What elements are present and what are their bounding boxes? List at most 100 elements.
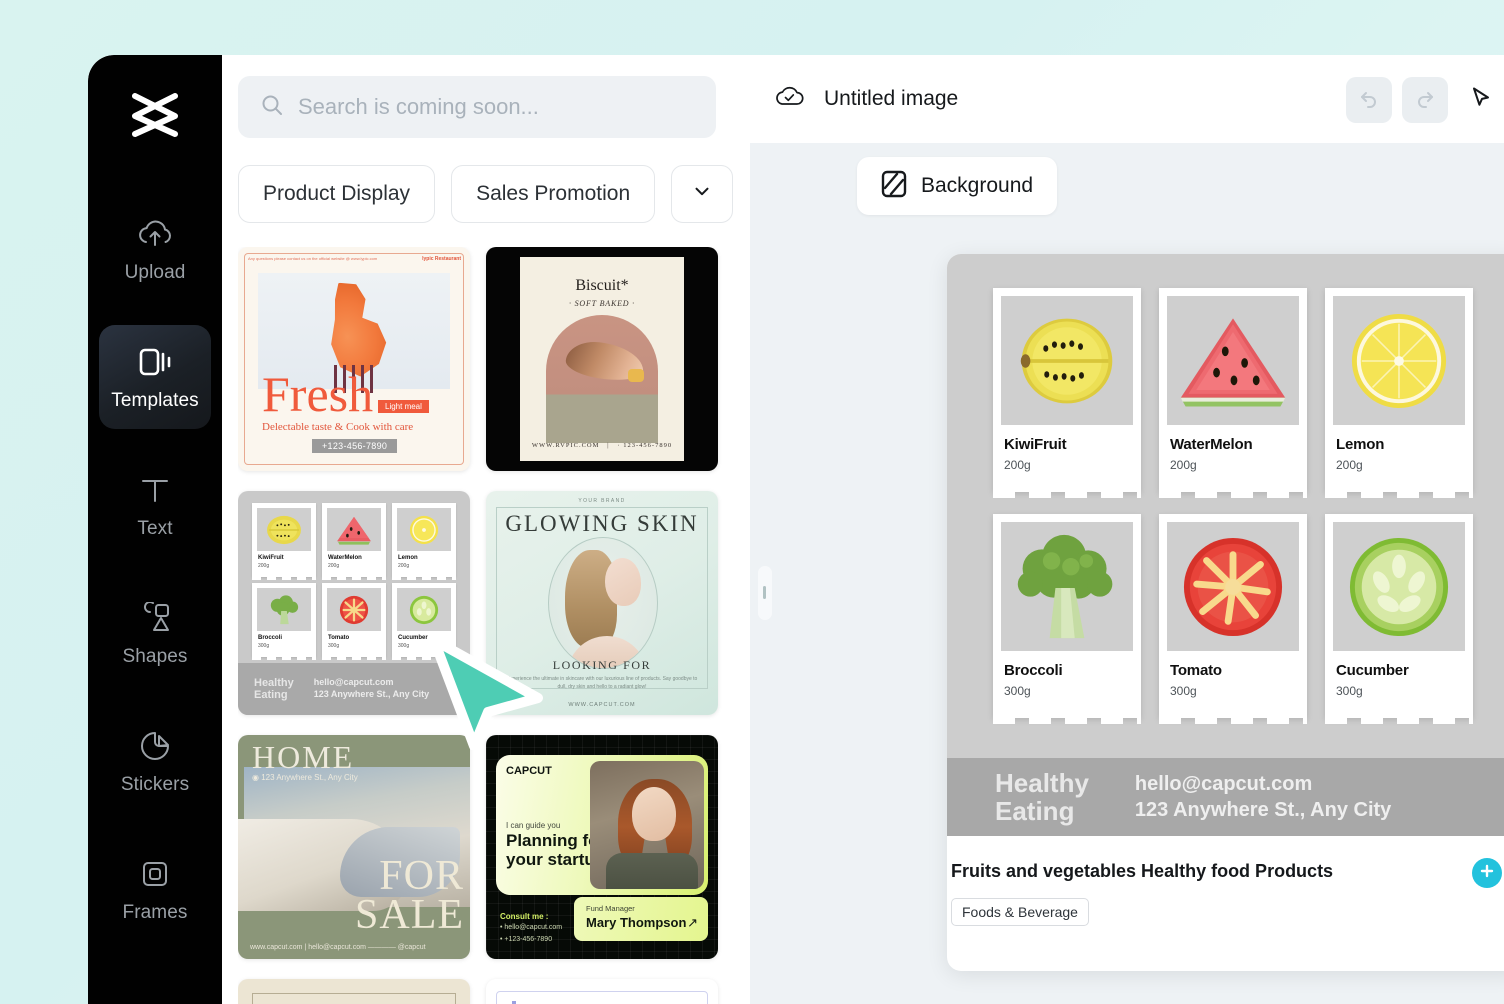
sidebar-item-text[interactable]: Text [99,453,211,557]
thumb-product-weight: 300g [258,643,270,649]
tomato-photo [1167,522,1299,651]
editor-area: Untitled image Background KiwiFruit 200g… [750,55,1504,1004]
sidebar-item-label: Templates [111,389,199,411]
preview-category-tag[interactable]: Foods & Beverage [951,898,1089,926]
template-thumbnail-fresh-seafood[interactable]: Any questions please contact us on the o… [238,247,470,471]
thumb-footer-site: WWW.RVPIC.COM [531,442,600,449]
lemon-photo [1333,296,1465,425]
preview-tag-label: Foods & Beverage [962,904,1078,920]
background-swatch-icon [881,170,907,203]
sidebar-item-templates[interactable]: Templates [99,325,211,429]
thumb-brand-line2: Eating [254,689,288,701]
document-title[interactable]: Untitled image [824,87,958,111]
templates-panel: Search is coming soon... Product Display… [222,55,750,1004]
templates-icon [136,343,174,381]
template-thumbnail-glowing-skin[interactable]: YOUR BRAND GLOWING SKIN LOOKING FOR Expe… [486,491,718,715]
preview-address: 123 Anywhere St., Any City [1134,799,1392,821]
thumb-product-card: Tomato 300g [322,583,386,660]
thumb-product-weight: 200g [328,563,340,569]
card-notch [993,491,1141,498]
card-notch [993,717,1141,724]
broccoli-photo [1001,522,1133,651]
filter-chip-product-display[interactable]: Product Display [238,165,436,223]
watermelon-photo [327,508,381,551]
sidebar-item-label: Shapes [122,645,188,667]
template-thumbnail-home-for-sale[interactable]: HOME ◉ 123 Anywhere St., Any City FOR SA… [238,735,470,959]
person-photo [590,761,704,889]
thumb-product-name: Tomato [328,635,350,641]
filter-chip-label: Product Display [263,182,411,205]
filter-chip-sales-promotion[interactable]: Sales Promotion [451,165,656,223]
preview-artwork: KiwiFruit 200g WaterMelon 200g Lemon 200… [947,254,1504,836]
template-thumbnail-partial-white[interactable] [486,979,718,1004]
card-notch [1325,717,1473,724]
template-preview-card[interactable]: KiwiFruit 200g WaterMelon 200g Lemon 200… [947,254,1504,971]
app-window: Upload Templates Text Shapes Stickers Fr… [88,55,1504,1004]
template-thumbnail-planning-startup[interactable]: CAPCUT I can guide you Planning for your… [486,735,718,959]
filter-chip-label: Sales Promotion [476,182,631,205]
sidebar-item-label: Frames [122,901,188,923]
thumb-headline: GLOWING SKIN [505,511,699,536]
sidebar-item-stickers[interactable]: Stickers [99,709,211,813]
product-weight: 300g [1004,684,1031,698]
product-weight: 200g [1004,458,1031,472]
thumb-kicker: I can guide you [506,821,561,830]
redo-button[interactable] [1402,77,1448,123]
preview-email: hello@capcut.com [1134,772,1313,795]
search-placeholder: Search is coming soon... [298,94,539,119]
product-name: KiwiFruit [1004,436,1067,453]
card-notch [1159,491,1307,498]
expand-filters-button[interactable] [671,165,734,223]
properties-bar: Background [750,143,1504,229]
cloud-upload-icon [136,215,174,253]
background-button[interactable]: Background [857,157,1058,215]
product-name: WaterMelon [1170,436,1253,453]
model-photo [548,537,658,669]
panel-collapse-handle[interactable] [758,566,772,620]
thumb-top-note: Any questions please contact us on the o… [248,256,378,261]
product-card: Lemon 200g [1325,288,1473,498]
thumb-product-name: WaterMelon [328,555,362,561]
text-t-icon [136,471,174,509]
preview-meta: Fruits and vegetables Healthy food Produ… [947,836,1504,971]
thumb-product-weight: 200g [258,563,270,569]
plus-circle-icon [1478,862,1496,885]
product-card: KiwiFruit 200g [993,288,1141,498]
template-grid: Any questions please contact us on the o… [238,247,734,1004]
thumb-big-line2: SALE [355,891,464,938]
thumb-product-name: KiwiFruit [258,555,284,561]
thumb-subhead: LOOKING FOR [552,658,652,672]
add-template-button[interactable] [1472,858,1502,888]
thumb-email: hello@capcut.com [313,677,394,688]
thumb-consult-label: Consult me : [500,912,549,921]
template-thumbnail-biscuit[interactable]: Biscuit* · SOFT BAKED · WWW.RVPIC.COM | … [486,247,718,471]
search-input[interactable]: Search is coming soon... [238,76,716,138]
thumb-product-weight: 300g [398,643,410,649]
thumb-headline: Fresh [262,366,374,422]
thumb-subtitle: · SOFT BAKED · [569,299,635,308]
thumb-contact-email: hello@capcut.com [504,923,563,931]
thumb-footer: www.capcut.com | hello@capcut.com ———— @… [250,944,426,951]
capcut-logo-icon[interactable] [126,87,184,143]
sidebar-item-upload[interactable]: Upload [99,197,211,301]
card-notch [1159,717,1307,724]
product-name: Lemon [1336,436,1385,453]
product-weight: 200g [1170,458,1197,472]
undo-button[interactable] [1346,77,1392,123]
thumb-address: 123 Anywhere St., Any City [261,773,358,782]
product-card: Tomato 300g [1159,514,1307,724]
template-thumbnail-healthy-food[interactable]: KiwiFruit 200g WaterMelon 200g Lemon 200… [238,491,470,715]
thumb-contact-phone: +123-456-7890 [504,936,553,944]
sidebar-item-shapes[interactable]: Shapes [99,581,211,685]
thumb-product-card: KiwiFruit 200g [252,503,316,580]
broccoli-photo [257,588,311,631]
thumb-product-name: Cucumber [398,635,428,641]
sidebar-item-frames[interactable]: Frames [99,837,211,941]
thumb-brand-top: YOUR BRAND [578,498,626,504]
template-thumbnail-partial-beige[interactable] [238,979,470,1004]
cursor-tool-button[interactable] [1458,77,1504,123]
kiwifruit-photo [257,508,311,551]
product-name: Tomato [1170,662,1222,679]
search-icon [260,93,284,122]
thumb-brand-line1: Healthy [254,676,294,689]
